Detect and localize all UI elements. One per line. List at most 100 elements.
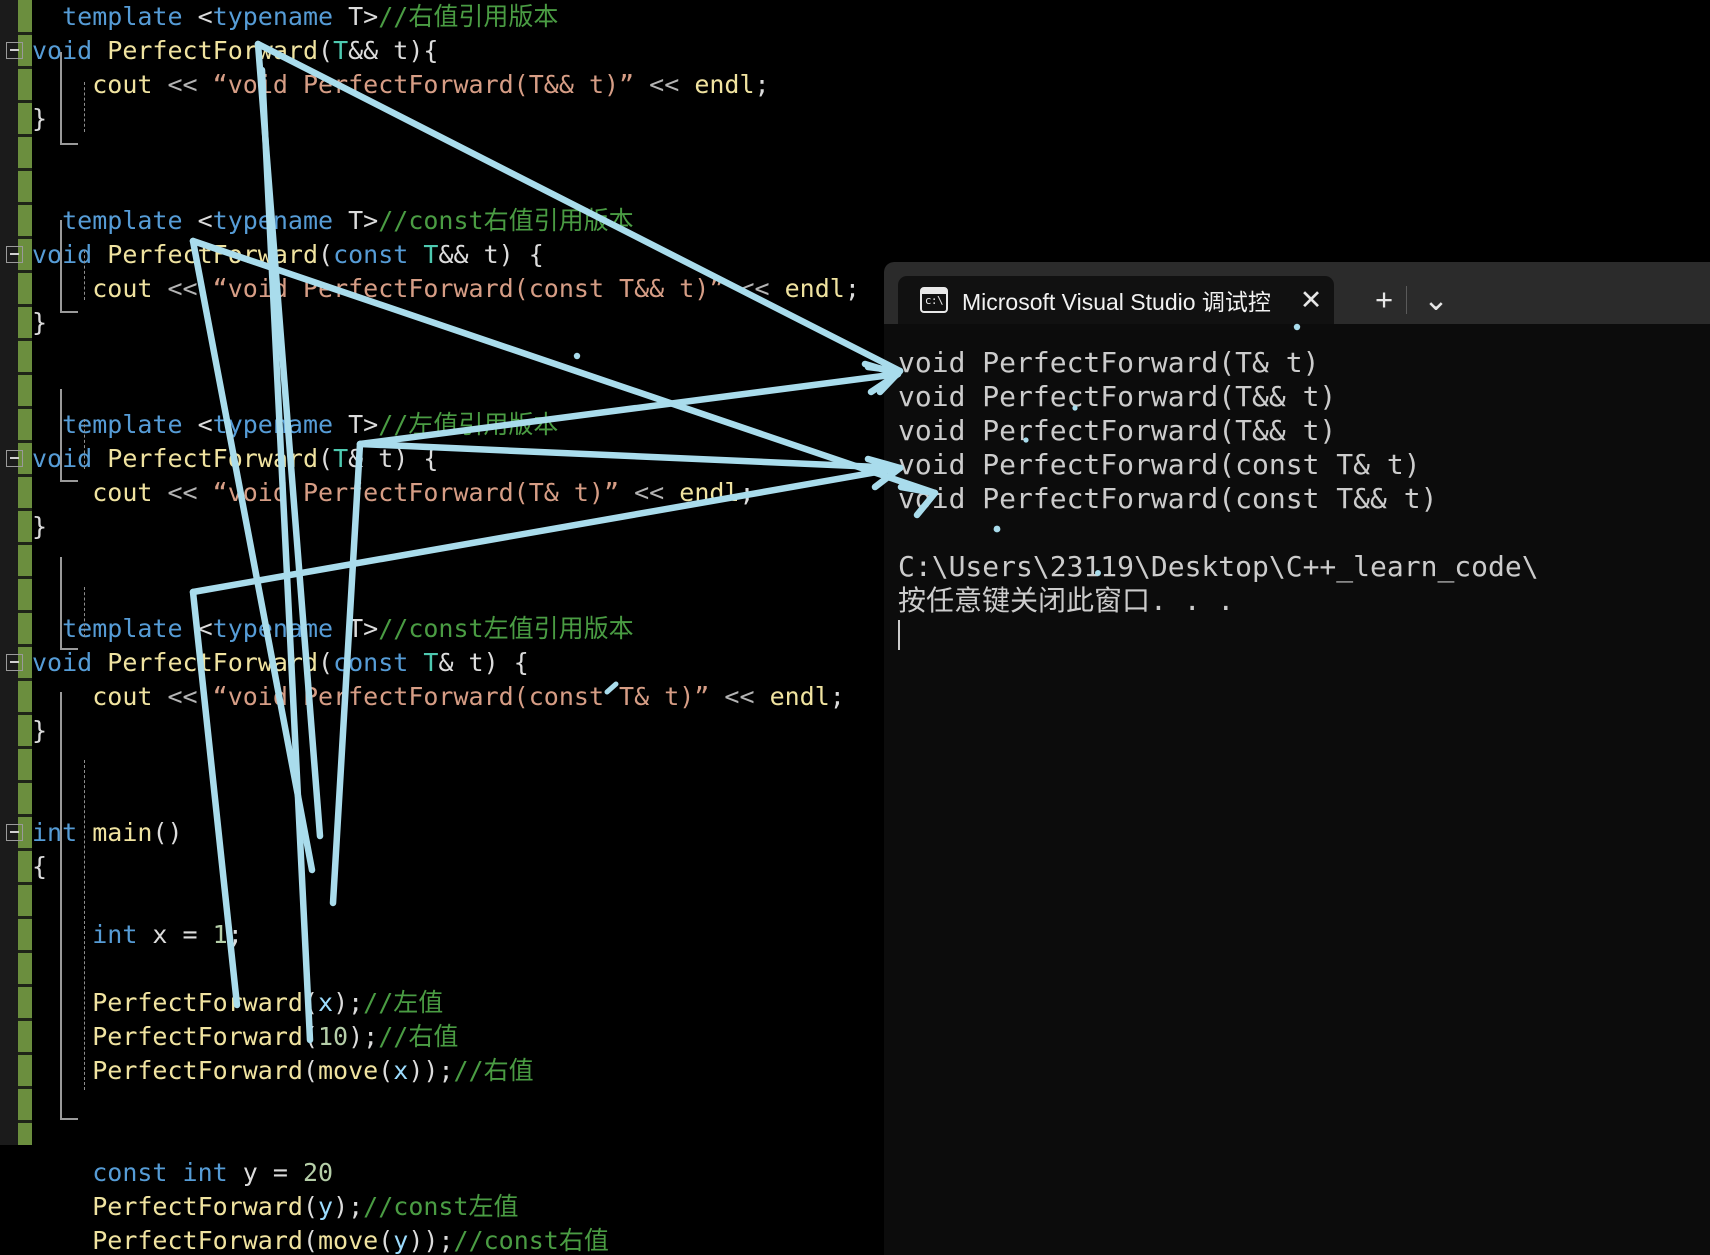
code-line[interactable]: cout << “void PerfectForward(const T& t)…	[32, 680, 880, 714]
code-line[interactable]	[32, 952, 880, 986]
change-bar-separator	[18, 644, 32, 647]
code-line[interactable]	[32, 340, 880, 374]
code-line[interactable]: cout << “void PerfectForward(const T&& t…	[32, 272, 880, 306]
code-line[interactable]: PerfectForward(move(x));//右值	[32, 1054, 880, 1088]
fold-guide	[60, 648, 78, 650]
code-line[interactable]: }	[32, 510, 880, 544]
code-line[interactable]	[32, 136, 880, 170]
code-token: template	[62, 410, 183, 439]
code-line[interactable]: const int y = 20	[32, 1156, 880, 1190]
code-line[interactable]: {	[32, 850, 880, 884]
code-line[interactable]	[32, 578, 880, 612]
fold-toggle-icon[interactable]	[6, 654, 23, 671]
code-line[interactable]	[32, 374, 880, 408]
code-line[interactable]: void PerfectForward(const T& t) {	[6, 646, 880, 680]
change-bar-separator	[18, 338, 32, 341]
code-token: //const右值	[453, 1226, 609, 1255]
code-line[interactable]: int main()	[6, 816, 880, 850]
code-token: PerfectForward	[92, 1056, 303, 1085]
code-line[interactable]: int x = 1;	[32, 918, 880, 952]
change-bar-separator	[18, 474, 32, 477]
code-token: (	[378, 1056, 394, 1085]
code-line[interactable]: }	[32, 102, 880, 136]
code-token: endl	[679, 478, 740, 507]
change-bar-separator	[18, 1086, 32, 1089]
code-token: typename	[212, 206, 334, 235]
console-output-line: void PerfectForward(const T&& t)	[898, 482, 1438, 515]
console-title-bar[interactable]: c:\ Microsoft Visual Studio 调试控 ✕ + ⌄	[884, 262, 1710, 324]
code-token: );	[333, 988, 364, 1017]
code-line[interactable]: cout << “void PerfectForward(T&& t)” << …	[32, 68, 880, 102]
code-line[interactable]	[32, 170, 880, 204]
code-token: int	[32, 818, 78, 847]
code-line[interactable]	[32, 544, 880, 578]
code-line[interactable]: PerfectForward(y);//const左值	[32, 1190, 880, 1224]
code-token: & t) {	[438, 648, 529, 677]
code-line[interactable]: PerfectForward(10);//右值	[32, 1020, 880, 1054]
code-line[interactable]: }	[32, 306, 880, 340]
indent-guide-main	[84, 760, 85, 1090]
chevron-down-icon[interactable]: ⌄	[1412, 276, 1460, 324]
fold-toggle-icon[interactable]	[6, 42, 23, 59]
change-bar-separator	[18, 984, 32, 987]
code-token: typename	[212, 410, 334, 439]
code-token: //左值引用版本	[378, 410, 559, 439]
fold-toggle-icon[interactable]	[6, 246, 23, 263]
code-token: }	[32, 512, 48, 541]
code-line[interactable]: }	[32, 714, 880, 748]
code-line[interactable]: template <typename T>//const右值引用版本	[32, 204, 880, 238]
code-token: int	[182, 1158, 228, 1187]
code-editor-pane[interactable]: template <typename T>//右值引用版本 void Perfec…	[0, 0, 880, 1255]
code-token: <<	[634, 70, 695, 99]
code-line[interactable]: PerfectForward(move(y));//const右值	[32, 1224, 880, 1255]
code-line[interactable]	[32, 1122, 880, 1156]
change-bar-separator	[18, 304, 32, 307]
code-token: (	[302, 1022, 318, 1051]
code-text-area[interactable]: template <typename T>//右值引用版本 void Perfec…	[6, 0, 880, 1255]
console-tab[interactable]: c:\ Microsoft Visual Studio 调试控 ✕	[898, 276, 1334, 324]
fold-toggle-icon[interactable]	[6, 450, 23, 467]
code-line[interactable]: cout << “void PerfectForward(T& t)” << e…	[32, 476, 880, 510]
code-token: x =	[137, 920, 213, 949]
code-line[interactable]	[32, 884, 880, 918]
code-token: endl	[694, 70, 755, 99]
fold-toggle-icon[interactable]	[6, 824, 23, 841]
code-token: );	[348, 1022, 379, 1051]
change-bar-separator	[18, 712, 32, 715]
code-token: ;	[227, 920, 243, 949]
code-token: T	[333, 444, 349, 473]
code-token: x	[318, 988, 334, 1017]
code-line[interactable]: PerfectForward(x);//左值	[32, 986, 880, 1020]
code-line[interactable]: void PerfectForward(T& t) {	[6, 442, 880, 476]
code-token: const	[333, 240, 409, 269]
code-line[interactable]	[32, 782, 880, 816]
indent-guide	[84, 587, 85, 637]
console-output-area[interactable]: void PerfectForward(T& t) void PerfectFor…	[884, 324, 1710, 1255]
new-tab-button[interactable]: +	[1360, 276, 1408, 324]
change-bar-separator	[18, 168, 32, 171]
close-icon[interactable]: ✕	[1288, 276, 1334, 324]
code-token: <<	[724, 274, 785, 303]
code-token: cout	[92, 478, 153, 507]
code-line[interactable]: void PerfectForward(const T&& t) {	[6, 238, 880, 272]
code-token: template	[62, 2, 183, 31]
code-token: T>	[333, 410, 379, 439]
change-bar-separator	[18, 678, 32, 681]
indent-guide	[84, 419, 85, 469]
code-line[interactable]: void PerfectForward(T&& t){	[6, 34, 880, 68]
code-token: );	[333, 1192, 364, 1221]
code-token: & t) {	[348, 444, 439, 473]
code-line[interactable]: template <typename T>//右值引用版本	[32, 0, 880, 34]
code-line[interactable]	[32, 1088, 880, 1122]
debug-console-window[interactable]: c:\ Microsoft Visual Studio 调试控 ✕ + ⌄ vo…	[884, 262, 1710, 1255]
code-line[interactable]	[32, 748, 880, 782]
code-line[interactable]: template <typename T>//const左值引用版本	[32, 612, 880, 646]
code-line[interactable]: template <typename T>//左值引用版本	[32, 408, 880, 442]
change-bar-separator	[18, 508, 32, 511]
code-token: PerfectForward	[92, 1192, 303, 1221]
